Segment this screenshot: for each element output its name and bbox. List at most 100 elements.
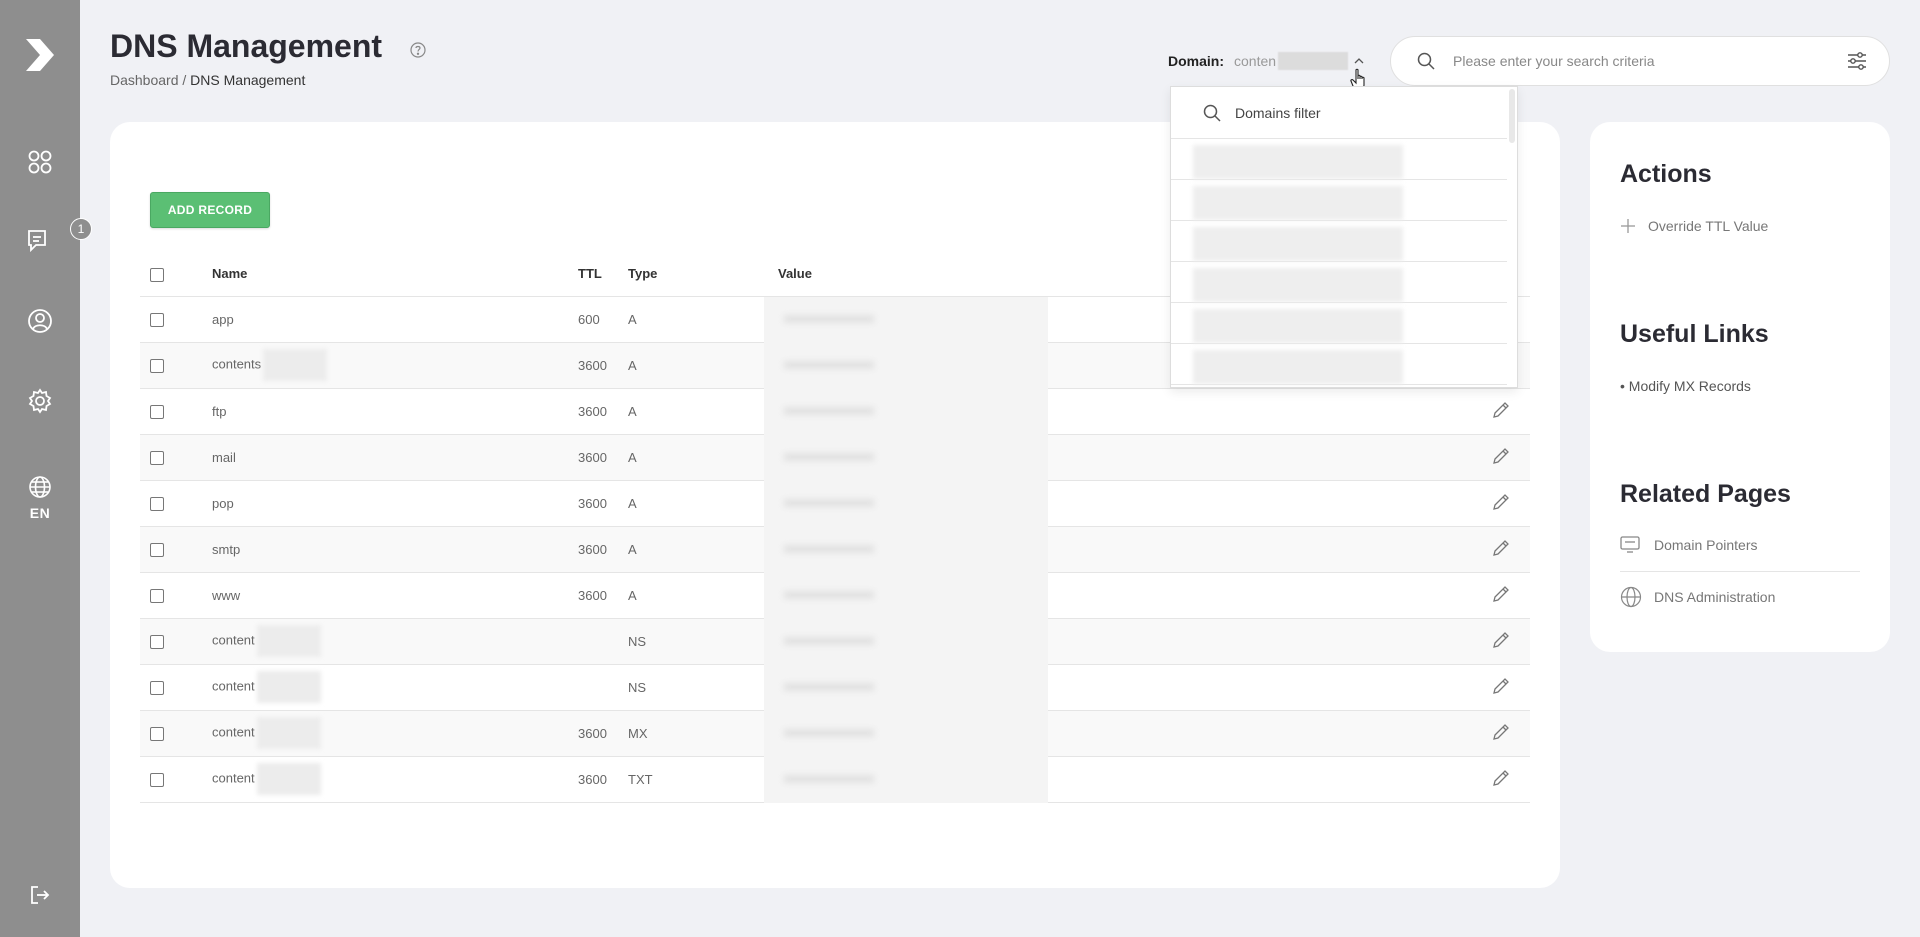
domain-option-redacted [1193,186,1403,220]
side-panel: Actions Override TTL Value Useful Links … [1590,122,1890,652]
table-row: content NS [140,664,1530,711]
name-redacted [256,625,321,657]
record-type: A [628,434,778,481]
domain-value: conten [1234,53,1277,69]
name-redacted [256,717,321,749]
column-header-type[interactable]: Type [628,252,778,297]
value-redacted [764,480,1048,527]
override-ttl-label: Override TTL Value [1648,218,1769,234]
record-ttl: 3600 [578,572,628,619]
name-redacted [263,349,328,381]
row-checkbox[interactable] [150,772,164,787]
notification-badge: 1 [70,218,92,240]
record-type: A [628,526,778,573]
record-ttl: 3600 [578,388,628,435]
column-header-ttl[interactable]: TTL [578,252,628,297]
add-record-button[interactable]: ADD RECORD [150,192,270,228]
row-checkbox[interactable] [150,542,164,557]
breadcrumb: Dashboard / DNS Management [110,72,305,88]
modify-mx-label: • Modify MX Records [1620,378,1751,394]
pencil-edit-icon[interactable] [1492,585,1510,603]
table-row: content 3600 TXT [140,756,1530,803]
domain-option[interactable] [1171,262,1507,303]
table-row: smtp 3600 A [140,526,1530,573]
help-icon[interactable] [410,42,426,63]
domain-option-redacted [1193,350,1403,384]
domain-label: Domain: [1168,53,1224,69]
row-checkbox[interactable] [150,680,164,695]
record-type: TXT [628,756,778,803]
record-name: contents [212,356,262,372]
select-all-checkbox[interactable] [150,267,164,282]
sidebar-item-messages[interactable]: 1 [0,218,92,258]
value-redacted [764,342,1048,389]
dns-administration-label: DNS Administration [1654,589,1776,605]
row-checkbox[interactable] [150,358,164,373]
filter-sliders-icon[interactable] [1847,51,1867,71]
record-name: content [212,678,255,694]
domain-option-redacted [1193,145,1403,179]
domain-select[interactable]: Domain: conten [1168,52,1364,70]
chevron-logo-icon [26,39,54,71]
logout-icon [31,886,50,904]
actions-heading: Actions [1620,160,1712,188]
column-header-name[interactable]: Name [212,252,578,297]
value-redacted [764,664,1048,711]
page-title: DNS Management [110,28,383,64]
modify-mx-link[interactable]: • Modify MX Records [1620,378,1751,394]
domain-filter-placeholder: Domains filter [1235,104,1321,121]
pencil-edit-icon[interactable] [1492,769,1510,787]
pencil-edit-icon[interactable] [1492,493,1510,511]
pencil-edit-icon[interactable] [1492,401,1510,419]
domain-filter[interactable]: Domains filter [1171,87,1507,139]
domain-option-redacted [1193,227,1403,261]
dns-administration-link[interactable]: DNS Administration [1620,586,1775,608]
sidebar-item-account[interactable] [0,304,80,338]
row-checkbox[interactable] [150,496,164,511]
pencil-edit-icon[interactable] [1492,631,1510,649]
search-icon [1203,104,1221,122]
sidebar-item-settings[interactable] [0,384,80,418]
record-ttl: 3600 [578,526,628,573]
record-type: A [628,342,778,389]
name-redacted [256,671,321,703]
search-input[interactable] [1453,53,1833,69]
domain-option[interactable] [1171,139,1507,180]
pencil-edit-icon[interactable] [1492,539,1510,557]
chevron-up-icon [1354,58,1364,64]
row-checkbox[interactable] [150,404,164,419]
useful-links-heading: Useful Links [1620,320,1769,348]
table-row: content NS [140,618,1530,665]
domain-option[interactable] [1171,180,1507,221]
chat-icon [28,230,46,253]
breadcrumb-dashboard[interactable]: Dashboard [110,72,179,88]
sidebar-item-language[interactable]: EN [0,468,80,528]
name-redacted [256,763,321,795]
domain-pointers-label: Domain Pointers [1654,537,1758,553]
record-type: A [628,572,778,619]
record-ttl: 3600 [578,710,628,757]
domain-option[interactable] [1171,344,1507,385]
pencil-edit-icon[interactable] [1492,447,1510,465]
sidebar-item-logout[interactable] [0,880,80,910]
sidebar-item-dashboard[interactable] [0,145,80,179]
row-checkbox[interactable] [150,312,164,327]
pencil-edit-icon[interactable] [1492,723,1510,741]
row-checkbox[interactable] [150,726,164,741]
domain-option[interactable] [1171,303,1507,344]
record-type: NS [628,618,778,665]
related-pages-heading: Related Pages [1620,480,1791,508]
logo[interactable] [0,30,80,80]
record-ttl [578,664,628,711]
sidebar: 1 EN [0,0,92,937]
domain-pointers-link[interactable]: Domain Pointers [1620,536,1758,554]
row-checkbox[interactable] [150,450,164,465]
dropdown-scrollbar[interactable] [1509,89,1515,143]
domain-option[interactable] [1171,221,1507,262]
override-ttl-link[interactable]: Override TTL Value [1620,218,1768,234]
pencil-edit-icon[interactable] [1492,677,1510,695]
row-checkbox[interactable] [150,588,164,603]
record-name: www [212,587,241,603]
value-redacted [764,526,1048,573]
row-checkbox[interactable] [150,634,164,649]
